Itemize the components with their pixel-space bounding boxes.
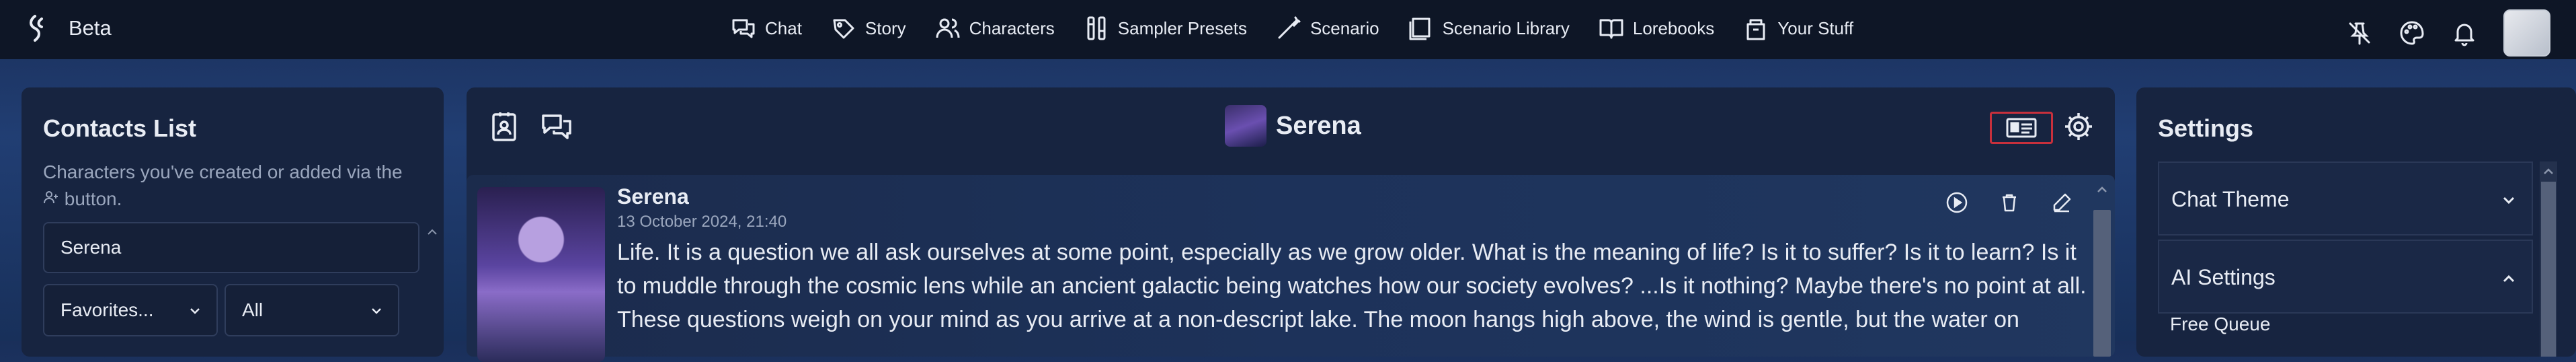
- brand-name: Beta: [69, 16, 112, 40]
- contacts-search-input[interactable]: Serena: [43, 222, 419, 273]
- story-icon: [833, 19, 854, 39]
- brand[interactable]: Beta: [26, 13, 112, 43]
- book-icon: [1599, 19, 1623, 39]
- contacts-panel: Contacts List Characters you've created …: [22, 87, 444, 357]
- user-avatar[interactable]: [2503, 9, 2550, 57]
- scroll-up-icon[interactable]: [426, 226, 438, 238]
- chat-theme-accordion[interactable]: Chat Theme: [2158, 161, 2533, 236]
- chats-icon[interactable]: [540, 110, 573, 143]
- edit-icon[interactable]: [2050, 191, 2073, 214]
- palette-icon[interactable]: [2399, 20, 2425, 46]
- scrollbar-thumb[interactable]: [2093, 210, 2111, 357]
- nav-scenario[interactable]: Scenario: [1275, 15, 1379, 42]
- scenario-icon: [1278, 16, 1301, 39]
- chat-header: Serena: [467, 87, 2115, 166]
- free-queue-label: Free Queue: [2170, 314, 2271, 334]
- nav-chat[interactable]: Chat: [730, 15, 802, 42]
- chevron-down-icon: [190, 308, 200, 314]
- bell-icon[interactable]: [2451, 20, 2478, 46]
- play-icon[interactable]: [1945, 191, 1968, 214]
- character-card-button[interactable]: [1990, 112, 2053, 144]
- trash-icon[interactable]: [1998, 191, 2021, 214]
- library-icon: [1409, 17, 1431, 40]
- main-nav: Chat Story Characters Sampler Presets Sc…: [730, 15, 1882, 42]
- character-avatar: [1225, 105, 1266, 147]
- scrollbar-thumb[interactable]: [2541, 182, 2556, 357]
- nav-characters[interactable]: Characters: [934, 15, 1055, 42]
- message-timestamp: 13 October 2024, 21:40: [617, 213, 787, 231]
- chevron-up-icon: [2503, 275, 2515, 283]
- contacts-description: Characters you've created or added via t…: [43, 161, 403, 209]
- nav-sampler-presets[interactable]: Sampler Presets: [1083, 15, 1247, 42]
- scroll-up-icon[interactable]: [2095, 183, 2109, 196]
- settings-title: Settings: [2158, 114, 2254, 142]
- pin-off-icon[interactable]: [2346, 20, 2373, 46]
- message-scrollbar[interactable]: [2092, 180, 2112, 357]
- gear-icon[interactable]: [2062, 110, 2095, 143]
- sort-select[interactable]: All: [225, 284, 399, 336]
- chat-title[interactable]: Serena: [1225, 105, 1361, 147]
- message-text: Life. It is a question we all ask oursel…: [617, 240, 2087, 332]
- id-card-icon: [2006, 118, 2037, 138]
- chevron-down-icon: [2503, 196, 2515, 205]
- nav-lorebooks[interactable]: Lorebooks: [1598, 15, 1714, 42]
- characters-icon: [936, 18, 960, 38]
- settings-panel: Settings Chat Theme AI Settings Free Que…: [2136, 87, 2576, 357]
- nav-scenario-library[interactable]: Scenario Library: [1408, 15, 1570, 42]
- chat-panel: Serena Serena 13 October 2024, 21:40 Lif…: [467, 87, 2115, 362]
- settings-scrollbar[interactable]: [2540, 161, 2557, 357]
- contacts-title: Contacts List: [43, 114, 197, 142]
- message-author: Serena: [617, 184, 689, 209]
- top-right-actions: [2346, 9, 2576, 57]
- chat-icon: [732, 19, 755, 38]
- box-icon: [1746, 19, 1765, 40]
- nav-story[interactable]: Story: [830, 15, 906, 42]
- sampler-icon: [1087, 16, 1106, 40]
- add-user-icon: [44, 191, 58, 204]
- chat-message: Serena 13 October 2024, 21:40 Life. It i…: [467, 175, 2115, 362]
- nav-your-stuff[interactable]: Your Stuff: [1742, 15, 1853, 42]
- chevron-down-icon: [372, 308, 381, 314]
- top-navbar: Beta Chat Story Characters Sampler Prese…: [0, 0, 2576, 59]
- ai-settings-accordion[interactable]: AI Settings: [2158, 240, 2533, 314]
- favorites-select[interactable]: Favorites...: [43, 284, 218, 336]
- logo-icon: [30, 15, 43, 42]
- message-avatar[interactable]: [477, 187, 605, 362]
- contact-card-icon[interactable]: [488, 110, 520, 143]
- scroll-up-icon[interactable]: [2542, 166, 2554, 178]
